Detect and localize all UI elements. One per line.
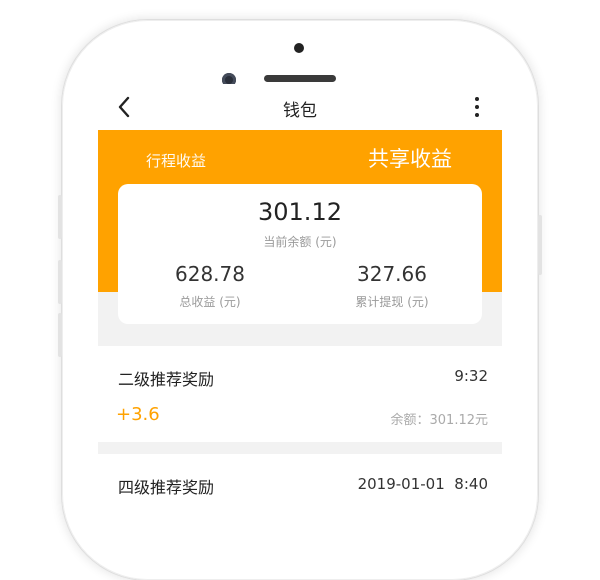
tab-share-income[interactable]: 共享收益 (368, 143, 452, 173)
total-income-label: 总收益 (元) (179, 295, 241, 309)
balance-card: 301.12 当前余额 (元) 628.78 总收益 (元) 327.66 累计… (118, 184, 482, 324)
nav-bar: 钱包 (98, 84, 502, 130)
volume-down-button (58, 313, 62, 357)
total-income-stat: 628.78 总收益 (元) (120, 262, 300, 310)
more-dot (475, 113, 479, 117)
withdrawn-stat: 327.66 累计提现 (元) (302, 262, 482, 310)
record-title: 四级推荐奖励 (118, 478, 215, 497)
app-screen: 钱包 行程收益 共享收益 301.12 当前余额 (元) 628.78 总收益 … (98, 84, 502, 500)
record-time: 9:32 (454, 367, 488, 385)
withdrawn-label: 累计提现 (元) (355, 295, 429, 309)
record-amount: +3.6 (116, 404, 160, 425)
withdrawn-value: 327.66 (357, 262, 427, 286)
record-title: 二级推荐奖励 (118, 370, 215, 389)
sensor-icon (294, 43, 304, 53)
tab-trip-income[interactable]: 行程收益 (146, 150, 206, 171)
earpiece-speaker (264, 75, 336, 82)
record-time: 2019-01-01 8:40 (357, 475, 488, 493)
list-item[interactable]: 四级推荐奖励 2019-01-01 8:40 (98, 454, 502, 500)
power-button (538, 215, 542, 275)
current-balance-label: 当前余额 (元) (263, 235, 337, 249)
more-menu-button[interactable] (470, 95, 484, 119)
more-dot (475, 105, 479, 109)
volume-up-button (58, 260, 62, 304)
more-vertical-icon (475, 97, 479, 101)
page-title: 钱包 (283, 101, 317, 121)
current-balance: 301.12 (258, 198, 342, 226)
list-item[interactable]: 二级推荐奖励 9:32 +3.6 余额：301.12元 (98, 346, 502, 442)
record-balance: 余额：301.12元 (390, 413, 489, 428)
total-income-value: 628.78 (175, 262, 245, 286)
mute-switch (58, 195, 62, 239)
